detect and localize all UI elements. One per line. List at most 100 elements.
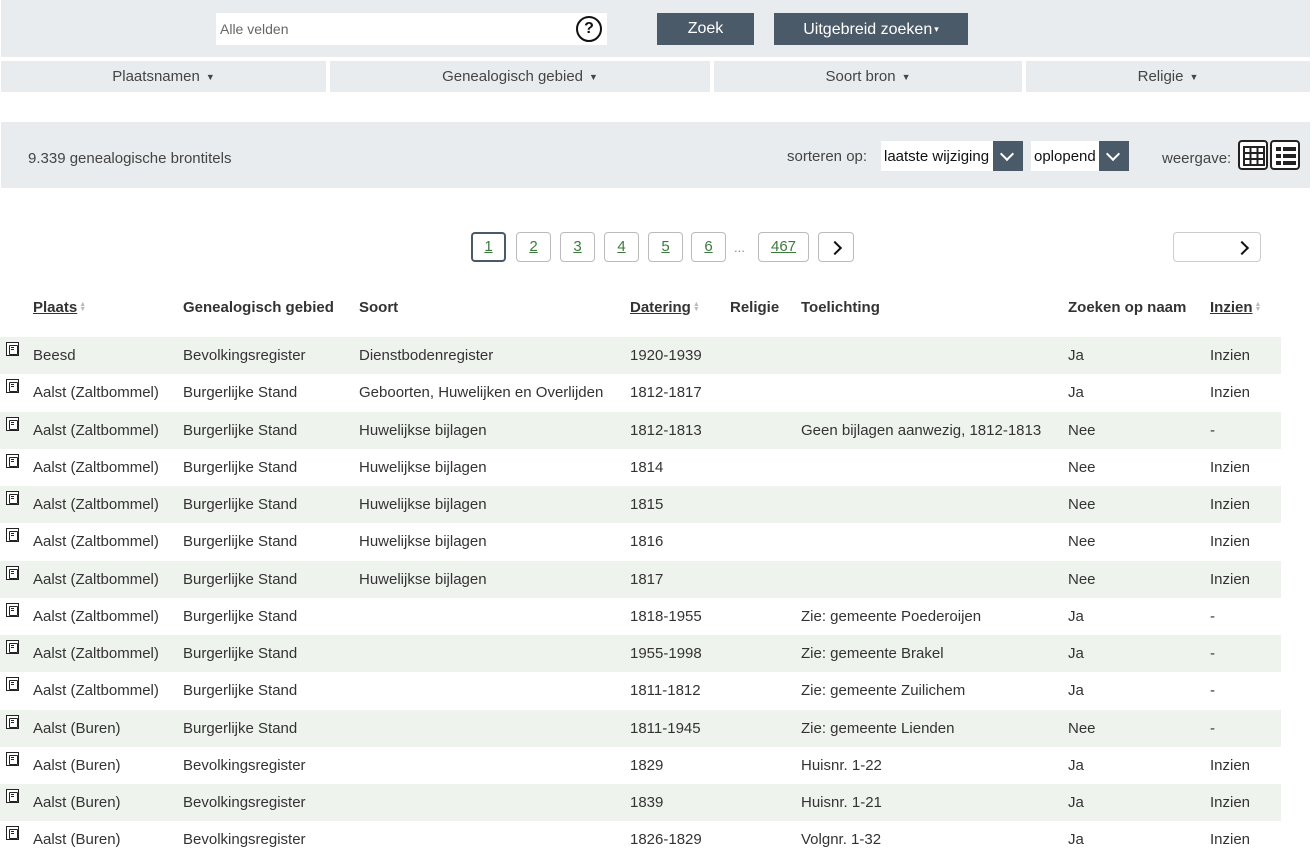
column-header-zoeken-op-naam: Zoeken op naam (1068, 299, 1187, 316)
next-page-button[interactable] (818, 232, 854, 262)
cell-gebied: Burgerlijke Stand (183, 608, 298, 625)
filter-bar: Plaatsnamen ▼ Genealogisch gebied ▼ Soort … (1, 61, 1310, 92)
cell-inzien[interactable]: Inzien (1210, 496, 1250, 513)
cell-datering: 1812-1813 (630, 422, 702, 439)
chevron-down-icon[interactable] (1099, 141, 1129, 171)
table-row[interactable]: Aalst (Zaltbommel) Burgerlijke Stand Huwel… (0, 523, 1281, 560)
chevron-down-icon: ▼ (205, 72, 215, 82)
record-icon[interactable] (6, 715, 19, 729)
table-row[interactable]: Aalst (Zaltbommel) Burgerlijke Stand Huwel… (0, 449, 1281, 486)
cell-inzien[interactable]: Inzien (1210, 347, 1250, 364)
sort-order-select[interactable]: oplopend (1031, 141, 1129, 171)
cell-gebied: Bevolkingsregister (183, 794, 306, 811)
cell-datering: 1812-1817 (630, 384, 702, 401)
table-row[interactable]: Aalst (Buren) Bevolkingsregister 1829 Huisn… (0, 747, 1281, 784)
cell-soort: Huwelijkse bijlagen (359, 422, 487, 439)
record-icon[interactable] (6, 454, 19, 468)
cell-inzien[interactable]: Inzien (1210, 757, 1250, 774)
pagination-ellipsis: ... (734, 240, 745, 255)
column-header-gebied: Genealogisch gebied (183, 299, 334, 316)
record-icon[interactable] (6, 491, 19, 505)
page-3[interactable]: 3 (560, 232, 595, 262)
column-label: Datering (630, 299, 691, 316)
cell-zoeken-op-naam: Ja (1068, 384, 1084, 401)
column-header-inzien[interactable]: Inzien ▲ ▼ (1210, 299, 1263, 316)
zoek-button[interactable]: Zoek (657, 13, 754, 45)
sort-arrows-icon: ▲ ▼ (79, 301, 87, 313)
cell-toelichting: Huisnr. 1-22 (801, 757, 882, 774)
cell-zoeken-op-naam: Ja (1068, 347, 1084, 364)
sort-field-select[interactable]: laatste wijziging (881, 141, 1023, 171)
cell-inzien[interactable]: Inzien (1210, 533, 1250, 550)
record-icon[interactable] (6, 789, 19, 803)
cell-gebied: Burgerlijke Stand (183, 459, 298, 476)
table-row[interactable]: Aalst (Zaltbommel) Burgerlijke Stand 1811-… (0, 672, 1281, 709)
search-input[interactable] (216, 13, 571, 45)
chevron-down-icon: ▼ (901, 72, 911, 82)
column-header-soort: Soort (359, 299, 399, 316)
record-icon[interactable] (6, 826, 19, 840)
record-icon[interactable] (6, 640, 19, 654)
record-icon[interactable] (6, 417, 19, 431)
record-icon[interactable] (6, 528, 19, 542)
filter-religie[interactable]: Religie ▼ (1026, 61, 1310, 92)
filter-label: Plaatsnamen (112, 68, 200, 85)
cell-toelichting: Zie: gemeente Zuilichem (801, 682, 966, 699)
cell-inzien[interactable]: Inzien (1210, 459, 1250, 476)
column-header-plaats[interactable]: Plaats ▲ ▼ (33, 299, 87, 316)
cell-plaats: Aalst (Zaltbommel) (33, 384, 159, 401)
table-row[interactable]: Aalst (Zaltbommel) Burgerlijke Stand Geboo… (0, 374, 1281, 411)
page-jump-button[interactable] (1173, 232, 1261, 262)
table-row[interactable]: Aalst (Zaltbommel) Burgerlijke Stand Huwel… (0, 561, 1281, 598)
filter-genealogisch-gebied[interactable]: Genealogisch gebied ▼ (330, 61, 710, 92)
grid-view-button[interactable] (1238, 140, 1268, 170)
cell-toelichting: Zie: gemeente Lienden (801, 720, 955, 737)
cell-gebied: Burgerlijke Stand (183, 422, 298, 439)
cell-datering: 1816 (630, 533, 664, 550)
page-1[interactable]: 1 (471, 232, 506, 262)
table-row[interactable]: Aalst (Zaltbommel) Burgerlijke Stand 1955-… (0, 635, 1281, 672)
cell-inzien[interactable]: Inzien (1210, 794, 1250, 811)
record-icon[interactable] (6, 752, 19, 766)
cell-datering: 1815 (630, 496, 664, 513)
help-icon[interactable]: ? (576, 16, 602, 42)
record-icon[interactable] (6, 677, 19, 691)
table-row[interactable]: Aalst (Buren) Bevolkingsregister 1839 Huisn… (0, 784, 1281, 821)
cell-gebied: Burgerlijke Stand (183, 384, 298, 401)
cell-toelichting: Huisnr. 1-21 (801, 794, 882, 811)
table-row[interactable]: Aalst (Zaltbommel) Burgerlijke Stand 1818-… (0, 598, 1281, 635)
page-last[interactable]: 467 (758, 232, 809, 262)
page-2[interactable]: 2 (516, 232, 551, 262)
record-icon[interactable] (6, 379, 19, 393)
filter-plaatsnamen[interactable]: Plaatsnamen ▼ (1, 61, 326, 92)
table-row[interactable]: Aalst (Buren) Burgerlijke Stand 1811-1945 Z… (0, 710, 1281, 747)
cell-inzien: - (1210, 720, 1215, 737)
page-4[interactable]: 4 (604, 232, 639, 262)
cell-toelichting: Geen bijlagen aanwezig, 1812-1813 (801, 422, 1042, 439)
column-header-datering[interactable]: Datering ▲ ▼ (630, 299, 701, 316)
cell-datering: 1826-1829 (630, 831, 702, 848)
cell-soort: Dienstbodenregister (359, 347, 494, 364)
page-6[interactable]: 6 (691, 232, 726, 262)
list-view-button[interactable] (1270, 140, 1300, 170)
sort-order-value: oplopend (1034, 148, 1096, 165)
record-icon[interactable] (6, 603, 19, 617)
sort-field-value: laatste wijziging (884, 148, 990, 165)
advanced-search-button[interactable]: Uitgebreid zoeken ▾ (774, 13, 968, 45)
cell-zoeken-op-naam: Ja (1068, 794, 1084, 811)
cell-inzien[interactable]: Inzien (1210, 831, 1250, 848)
chevron-down-icon[interactable] (993, 141, 1023, 171)
table-row[interactable]: Aalst (Zaltbommel) Burgerlijke Stand Huwel… (0, 486, 1281, 523)
table-row[interactable]: Beesd Bevolkingsregister Dienstbodenregist… (0, 337, 1281, 374)
cell-inzien[interactable]: Inzien (1210, 384, 1250, 401)
filter-soort-bron[interactable]: Soort bron ▼ (714, 61, 1022, 92)
table-row[interactable]: Aalst (Zaltbommel) Burgerlijke Stand Huwel… (0, 412, 1281, 449)
cell-inzien[interactable]: Inzien (1210, 571, 1250, 588)
record-icon[interactable] (6, 566, 19, 580)
record-icon[interactable] (6, 342, 19, 356)
filter-label: Religie (1137, 68, 1184, 85)
results-toolbar: 9.339 genealogische brontitels sorteren … (1, 122, 1310, 188)
page-5[interactable]: 5 (648, 232, 683, 262)
table-row[interactable]: Aalst (Buren) Bevolkingsregister 1826-1829… (0, 821, 1281, 850)
result-count: 9.339 genealogische brontitels (28, 150, 232, 167)
